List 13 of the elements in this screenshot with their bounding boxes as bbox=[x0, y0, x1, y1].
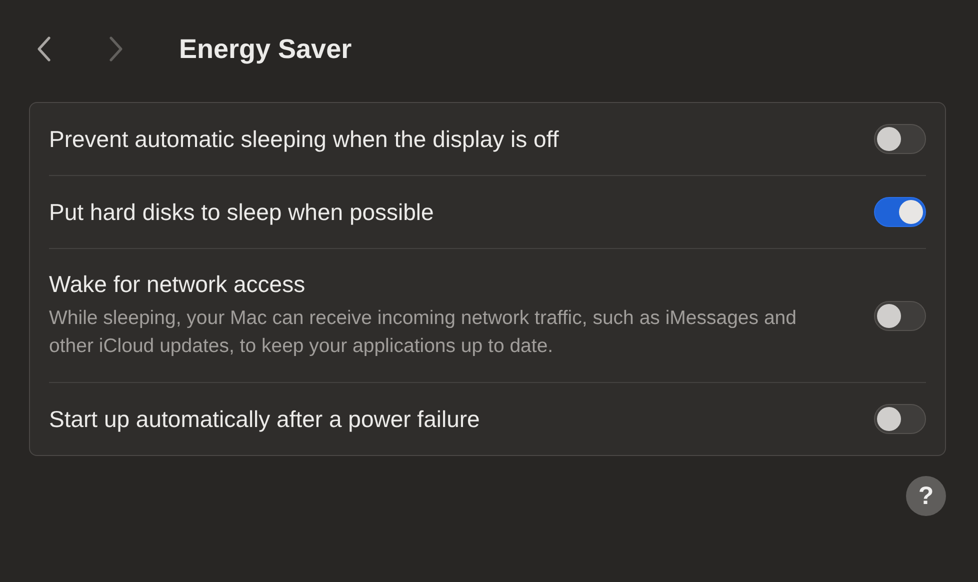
toggle-switch[interactable] bbox=[874, 300, 926, 330]
toggle-switch[interactable] bbox=[874, 404, 926, 434]
setting-description: While sleeping, your Mac can receive incoming network traffic, such as iMessages and other iCloud updates, to keep your applications up to date. bbox=[49, 306, 798, 359]
setting-label: Wake for network access bbox=[49, 271, 306, 298]
toggle-switch[interactable] bbox=[874, 124, 926, 154]
chevron-left-icon bbox=[37, 36, 51, 62]
setting-label: Start up automatically after a power failure bbox=[49, 406, 481, 432]
toggle-switch[interactable] bbox=[874, 197, 926, 227]
setting-label: Prevent automatic sleeping when the display is off bbox=[49, 126, 560, 152]
setting-label: Put hard disks to sleep when possible bbox=[49, 198, 435, 226]
chevron-right-icon bbox=[109, 36, 123, 62]
help-button[interactable]: ? bbox=[906, 476, 946, 516]
page-title: Energy Saver bbox=[179, 34, 352, 64]
